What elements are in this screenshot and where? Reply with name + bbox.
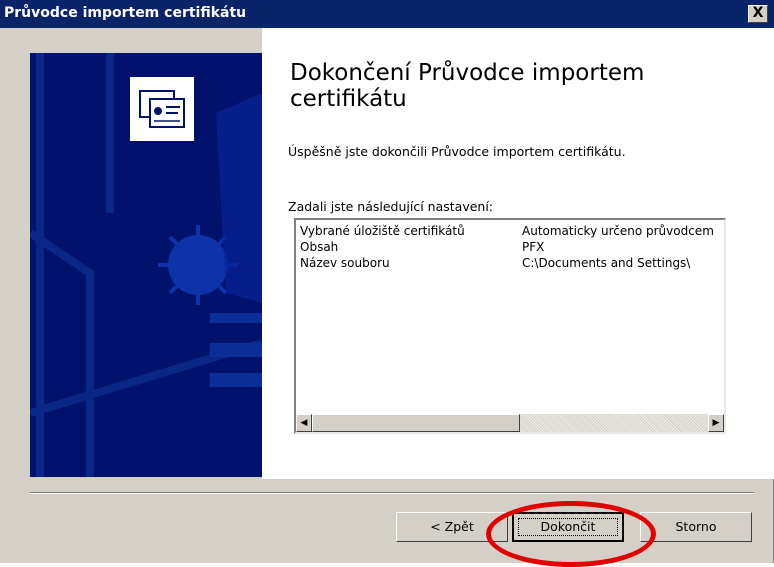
horizontal-scrollbar[interactable]: ◀ ▶ — [296, 414, 724, 432]
setting-value: C:\Documents and Settings\ — [522, 256, 691, 270]
certificate-icon — [130, 77, 194, 141]
setting-key: Název souboru — [300, 256, 390, 270]
finish-button[interactable]: Dokončit — [512, 512, 624, 542]
setting-value: PFX — [522, 240, 545, 254]
scroll-left-button[interactable]: ◀ — [296, 414, 312, 432]
back-button[interactable]: < Zpět — [396, 512, 508, 542]
certificate-import-wizard-window: Průvodce importem certifikátu X Dokončen… — [0, 0, 774, 567]
window-title: Průvodce importem certifikátu — [4, 5, 247, 21]
scrollbar-thumb[interactable] — [312, 414, 520, 432]
scroll-right-button[interactable]: ▶ — [708, 414, 724, 432]
wizard-banner — [30, 53, 262, 477]
settings-label: Zadali jste následující nastavení: — [288, 199, 494, 214]
settings-listbox[interactable]: Vybrané úložiště certifikátů Automaticky… — [294, 218, 726, 434]
close-button[interactable]: X — [748, 5, 768, 23]
cancel-button[interactable]: Storno — [640, 512, 752, 542]
title-bar[interactable]: Průvodce importem certifikátu X — [0, 0, 774, 28]
setting-key: Obsah — [300, 240, 339, 254]
list-item[interactable]: Vybrané úložiště certifikátů Automaticky… — [300, 224, 724, 240]
focus-rectangle — [518, 518, 618, 536]
wizard-content-panel: Dokončení Průvodce importem certifikátu … — [262, 28, 774, 479]
list-item[interactable]: Název souboru C:\Documents and Settings\ — [300, 256, 724, 272]
success-message: Úspěšně jste dokončili Průvodce importem… — [288, 144, 626, 159]
setting-value: Automaticky určeno průvodcem — [522, 224, 714, 238]
setting-key: Vybrané úložiště certifikátů — [300, 224, 465, 238]
settings-list: Vybrané úložiště certifikátů Automaticky… — [300, 224, 724, 272]
button-separator — [30, 492, 754, 494]
page-title: Dokončení Průvodce importem certifikátu — [290, 60, 645, 112]
list-item[interactable]: Obsah PFX — [300, 240, 724, 256]
